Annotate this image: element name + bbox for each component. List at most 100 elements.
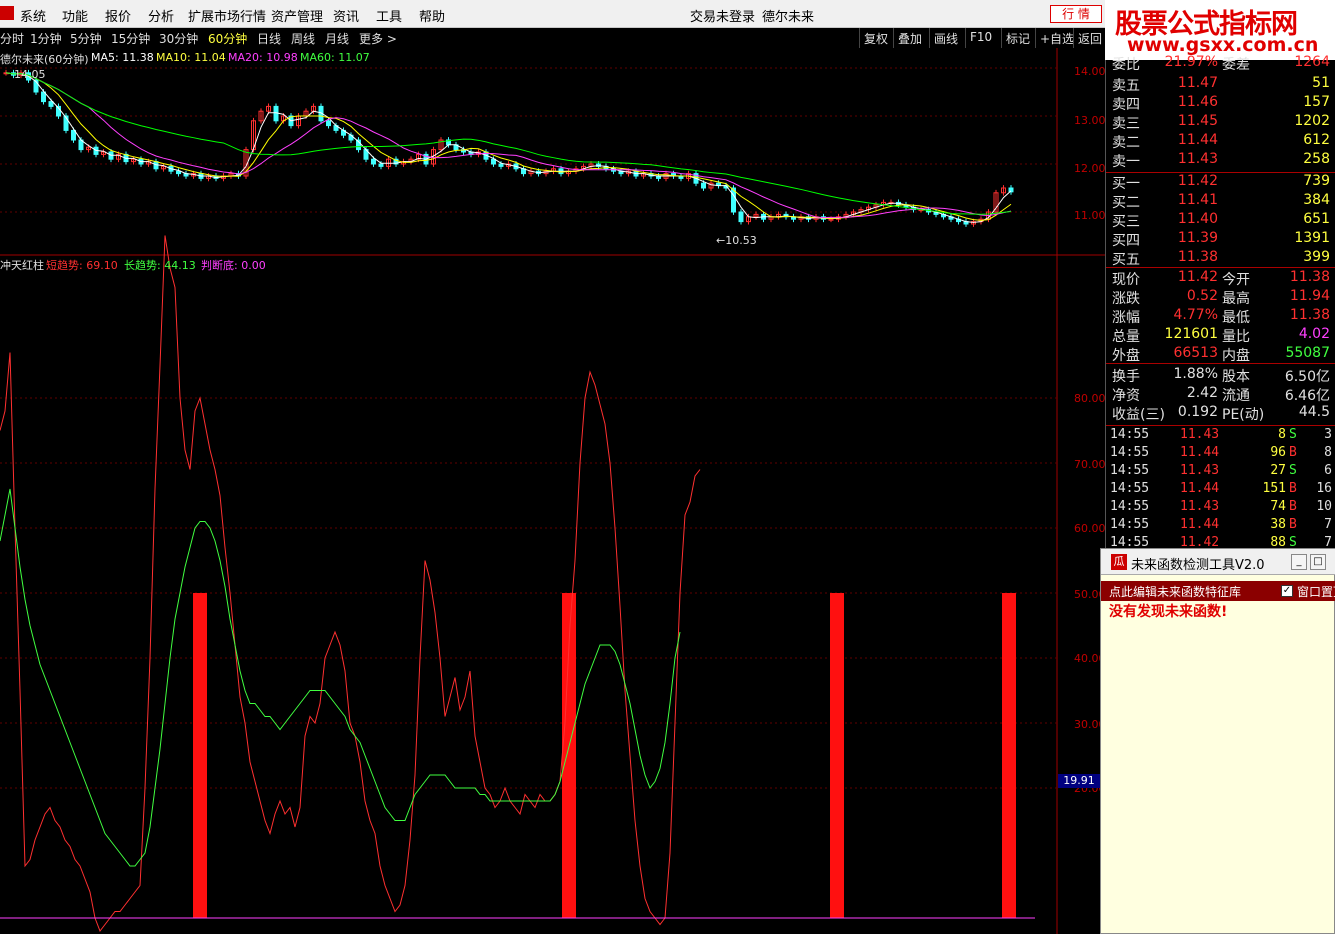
candle-body bbox=[378, 163, 384, 167]
quote-label: 最低 bbox=[1222, 310, 1250, 326]
candle-body bbox=[498, 163, 504, 167]
menu-item-function[interactable]: 功能 bbox=[62, 6, 88, 25]
add-watchlist-button[interactable]: +自选 bbox=[1035, 28, 1078, 48]
quote-label: 委差 bbox=[1222, 57, 1250, 73]
ind-ytick-80: 80.00 bbox=[1074, 392, 1106, 405]
candle-body bbox=[701, 182, 706, 189]
judge-bottom-label: 判断底: 0.00 bbox=[201, 259, 266, 272]
tick-cell: S bbox=[1289, 427, 1297, 442]
f10-button[interactable]: F10 bbox=[965, 28, 996, 48]
quote-label: 卖一 bbox=[1112, 154, 1140, 170]
quote-label: 买四 bbox=[1112, 233, 1140, 249]
red-pillar-bar bbox=[1002, 593, 1016, 918]
app-root: 系统 功能 报价 分析 扩展市场行情 资产管理 资讯 工具 帮助 交易未登录 德… bbox=[0, 0, 1335, 934]
ask-row: 卖一 11.43 258 bbox=[1106, 151, 1335, 170]
tool-window-title: 未来函数检测工具V2.0 bbox=[1131, 558, 1265, 573]
panel-separator bbox=[1106, 267, 1335, 268]
period-tab-weekly[interactable]: 周线 bbox=[291, 30, 315, 47]
quote-button[interactable]: 行 情 bbox=[1050, 5, 1102, 23]
menu-bar: 系统 功能 报价 分析 扩展市场行情 资产管理 资讯 工具 帮助 交易未登录 德… bbox=[0, 0, 1105, 28]
quote-value: 258 bbox=[1303, 151, 1330, 167]
menu-item-help[interactable]: 帮助 bbox=[419, 6, 445, 25]
fundamental-row: 净资 2.42 流通 6.46亿 bbox=[1106, 385, 1335, 404]
indicator-name: 冲天红柱 bbox=[0, 259, 44, 272]
menu-item-news[interactable]: 资讯 bbox=[333, 6, 359, 25]
tick-row: 14:55 11.43 74 B 10 bbox=[1106, 499, 1335, 517]
menu-item-quote[interactable]: 报价 bbox=[105, 6, 131, 25]
price-ytick-14: 14.00 bbox=[1074, 65, 1106, 78]
quote-value: 11.39 bbox=[1177, 230, 1218, 246]
quote-label: 换手 bbox=[1112, 369, 1140, 385]
bid-row: 买一 11.42 739 bbox=[1106, 173, 1335, 192]
adjust-rights-button[interactable]: 复权 bbox=[859, 28, 892, 48]
quote-label: 卖四 bbox=[1112, 97, 1140, 113]
quote-value: 121601 bbox=[1164, 326, 1218, 342]
quote-value: 11.42 bbox=[1177, 269, 1218, 285]
period-tab-monthly[interactable]: 月线 bbox=[325, 30, 349, 47]
tick-cell: 10 bbox=[1316, 499, 1332, 514]
mark-button[interactable]: 标记 bbox=[1001, 28, 1034, 48]
quote-value: 55087 bbox=[1285, 345, 1330, 361]
overlay-button[interactable]: 叠加 bbox=[893, 28, 926, 48]
ind-ytick-60: 60.00 bbox=[1074, 522, 1106, 535]
quote-value: 4.77% bbox=[1173, 307, 1218, 323]
tick-cell: 14:55 bbox=[1110, 445, 1150, 460]
pin-window-checkbox[interactable]: ✓ bbox=[1281, 585, 1293, 597]
edit-feature-library-link[interactable]: 点此编辑未来函数特征库 bbox=[1109, 583, 1241, 600]
candle-body bbox=[491, 158, 496, 165]
minimize-icon[interactable]: _ bbox=[1291, 554, 1307, 570]
menu-item-tools[interactable]: 工具 bbox=[376, 6, 402, 25]
quote-value: 399 bbox=[1303, 249, 1330, 265]
menu-item-analysis[interactable]: 分析 bbox=[148, 6, 174, 25]
period-tab-60min[interactable]: 60分钟 bbox=[208, 30, 247, 47]
current-stock-name: 德尔未来 bbox=[762, 10, 815, 25]
period-tab-15min[interactable]: 15分钟 bbox=[111, 30, 150, 47]
long-trend-label: 长趋势: 44.13 bbox=[124, 259, 196, 272]
tick-cell: 8 bbox=[1324, 445, 1332, 460]
draw-line-button[interactable]: 画线 bbox=[929, 28, 962, 48]
quote-value: 11.38 bbox=[1289, 307, 1330, 323]
tick-cell: 151 bbox=[1262, 481, 1286, 496]
period-toolbar: 分时 1分钟 5分钟 15分钟 30分钟 60分钟 日线 周线 月线 更多 > … bbox=[0, 28, 1105, 48]
menu-item-extended-market[interactable]: 扩展市场行情 bbox=[188, 6, 266, 25]
candle-body bbox=[326, 120, 331, 127]
period-tab-timeshare[interactable]: 分时 bbox=[0, 30, 24, 47]
candle-body bbox=[738, 211, 744, 223]
quote-value: 1264 bbox=[1294, 54, 1330, 70]
period-tab-daily[interactable]: 日线 bbox=[257, 30, 281, 47]
tick-row: 14:55 11.44 38 B 7 bbox=[1106, 517, 1335, 535]
quote-value: 11.38 bbox=[1289, 269, 1330, 285]
back-button[interactable]: 返回 bbox=[1073, 28, 1106, 48]
tick-row: 14:55 11.43 8 S 3 bbox=[1106, 427, 1335, 445]
maximize-icon[interactable]: □ bbox=[1310, 554, 1326, 570]
pin-window-label[interactable]: 窗口置顶 bbox=[1297, 583, 1335, 600]
quote-value: 157 bbox=[1303, 94, 1330, 110]
tick-cell: 11.43 bbox=[1180, 463, 1220, 478]
quote-label: 今开 bbox=[1222, 272, 1250, 288]
quote-value: 11.43 bbox=[1177, 151, 1218, 167]
menu-item-assets[interactable]: 资产管理 bbox=[271, 6, 323, 25]
quote-value: 44.5 bbox=[1298, 404, 1330, 420]
tick-cell: 14:55 bbox=[1110, 499, 1150, 514]
price-high-label: 14.05 bbox=[14, 68, 46, 81]
quote-label: 外盘 bbox=[1112, 348, 1140, 364]
period-tab-1min[interactable]: 1分钟 bbox=[30, 30, 62, 47]
quote-value: 11.38 bbox=[1177, 249, 1218, 265]
period-tab-30min[interactable]: 30分钟 bbox=[159, 30, 198, 47]
future-function-tool-window[interactable]: 瓜 未来函数检测工具V2.0 _ □ 点此编辑未来函数特征库 ✓ 窗口置顶 没有… bbox=[1100, 548, 1335, 934]
period-tab-more[interactable]: 更多 > bbox=[359, 30, 397, 47]
quote-value: 11.46 bbox=[1177, 94, 1218, 110]
period-tab-5min[interactable]: 5分钟 bbox=[70, 30, 102, 47]
tool-window-titlebar[interactable]: 瓜 未来函数检测工具V2.0 _ □ bbox=[1101, 549, 1335, 575]
candle-body bbox=[176, 170, 181, 175]
ma5-line bbox=[5, 72, 1012, 223]
quote-label: 委比 bbox=[1112, 57, 1140, 73]
quote-label: 卖二 bbox=[1112, 135, 1140, 151]
login-status[interactable]: 交易未登录 bbox=[690, 6, 755, 25]
tick-cell: 11.44 bbox=[1180, 517, 1220, 532]
menu-item-system[interactable]: 系统 bbox=[20, 6, 46, 25]
quote-value: 11.94 bbox=[1289, 288, 1330, 304]
chart-area[interactable] bbox=[0, 48, 1105, 934]
candle-body bbox=[71, 129, 76, 141]
ma60-label: MA60: 11.07 bbox=[300, 51, 370, 64]
